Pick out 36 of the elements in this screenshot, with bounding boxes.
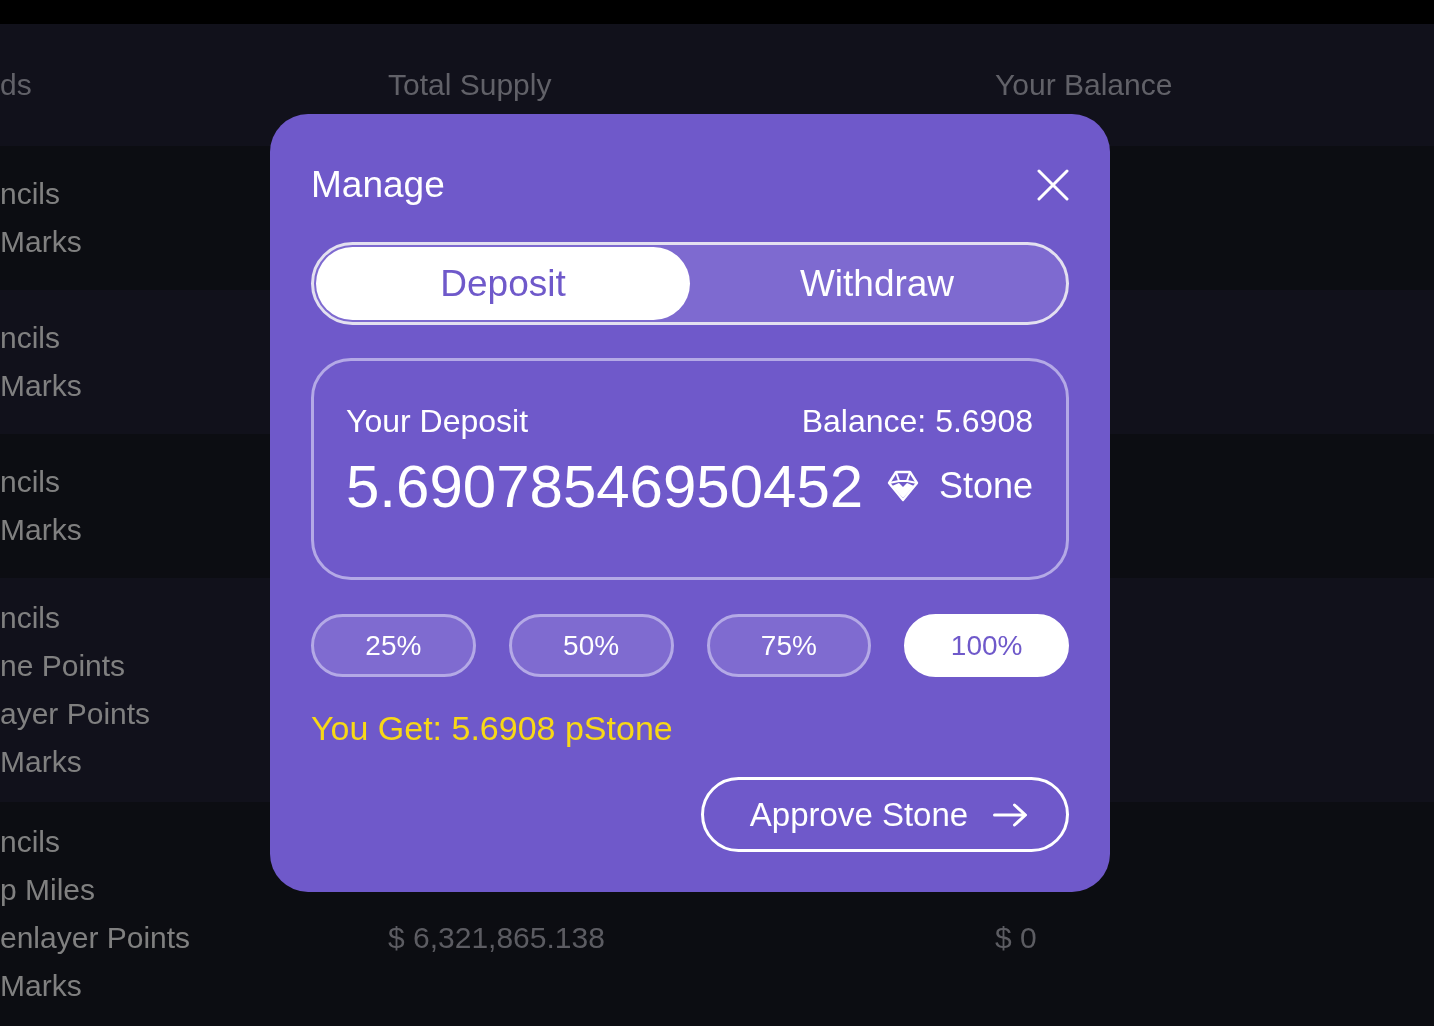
percent-button[interactable]: 25% [311, 614, 476, 677]
token-label: Stone [938, 465, 1033, 507]
arrow-icon [992, 802, 1029, 827]
row-label: ncils [0, 824, 60, 860]
balance-value: $ 0 [995, 920, 1037, 956]
row-label: ncils [0, 176, 60, 212]
approve-button[interactable]: Approve Stone [701, 777, 1069, 852]
row-label: ncils [0, 600, 60, 636]
row-label: ne Points [0, 648, 126, 684]
row-label: Marks [0, 512, 82, 548]
row-label: ayer Points [0, 696, 151, 732]
tab[interactable]: Deposit [316, 247, 690, 320]
percent-button[interactable]: 75% [706, 614, 872, 677]
row-label: ncils [0, 464, 60, 500]
gem-icon [886, 469, 919, 503]
row-label: Marks [0, 368, 82, 404]
amount-input[interactable]: 5.69078546950452 [346, 451, 883, 521]
row-label: Marks [0, 224, 82, 260]
receive-amount-text: You Get: 5.6908 pStone [311, 708, 673, 749]
balance-label: Balance: 5.6908 [801, 402, 1033, 440]
column-header: Total Supply [388, 68, 552, 102]
column-header: ds [0, 68, 32, 102]
tab[interactable]: Withdraw [690, 247, 1064, 320]
row-label: ncils [0, 320, 60, 356]
dialog-title: Manage [311, 163, 445, 207]
close-button[interactable] [1037, 169, 1069, 201]
column-header: Your Balance [995, 68, 1173, 102]
row-label: Marks [0, 744, 82, 780]
row-label: enlayer Points [0, 920, 191, 956]
percent-button[interactable]: 100% [904, 614, 1069, 677]
supply-value: $ 6,321,865.138 [388, 920, 605, 956]
row-label: p Miles [0, 872, 96, 908]
deposit-label: Your Deposit [346, 402, 529, 440]
row-label: Marks [0, 968, 82, 1004]
close-icon [1037, 169, 1069, 201]
percent-button[interactable]: 50% [508, 614, 674, 677]
